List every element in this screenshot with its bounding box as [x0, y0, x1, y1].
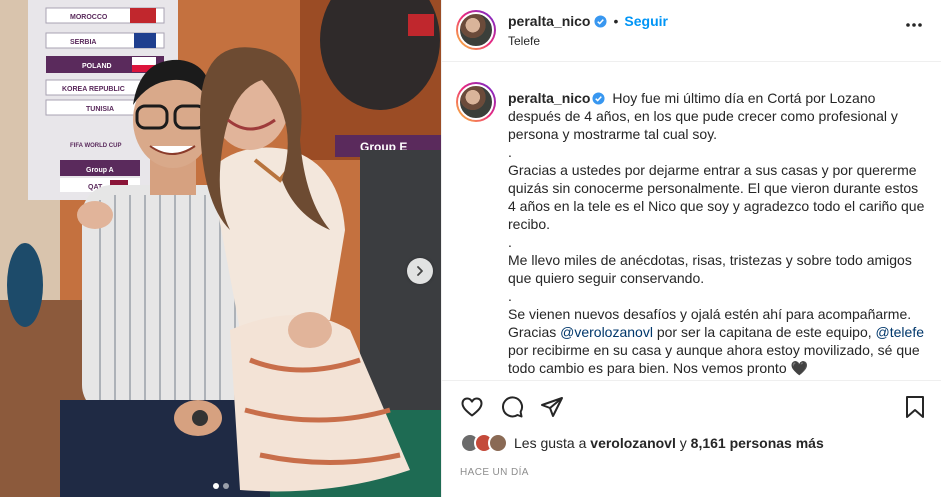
caption-paragraph: Gracias @verolozanovl por ser la capitan… — [508, 323, 928, 377]
board-row-1: MOROCCO — [70, 14, 108, 21]
likes-row: Les gusta a verolozanovl y 8,161 persona… — [460, 433, 824, 453]
mention-link[interactable]: @verolozanovl — [560, 324, 653, 340]
header-username[interactable]: peralta_nico — [508, 13, 590, 29]
verified-badge-icon — [592, 92, 606, 105]
location-link[interactable]: Telefe — [508, 34, 540, 48]
caption-paragraph: Me llevo miles de anécdotas, risas, tris… — [508, 252, 912, 286]
board-row-5: TUNISIA — [86, 106, 114, 113]
caption-text: peralta_nico Hoy fue mi último día en Co… — [508, 89, 928, 377]
carousel-dot — [212, 483, 219, 489]
board-row-2: SERBIA — [70, 39, 96, 46]
board-group-a: Group A — [86, 167, 114, 174]
bookmark-icon[interactable] — [904, 395, 926, 419]
photo-illustration: MOROCCO SERBIA POLAND KOREA REPUBLIC TUN… — [0, 0, 441, 497]
carousel-dot — [222, 483, 229, 489]
share-icon[interactable] — [540, 395, 564, 419]
more-options-icon[interactable] — [905, 22, 923, 28]
action-bar — [442, 380, 941, 430]
likes-count[interactable]: 8,161 personas más — [691, 435, 824, 451]
likes-prefix: Les gusta a — [514, 435, 587, 451]
caption-fragment: Gracias — [508, 324, 561, 340]
caption-paragraph: Se vienen nuevos desafíos y ojalá estén … — [508, 306, 912, 322]
post-header: peralta_nico • Seguir Telefe — [442, 0, 941, 62]
comment-icon[interactable] — [500, 395, 524, 419]
caption-paragraph: . — [508, 234, 512, 250]
caption-fragment: por ser la capitana de este equipo, — [652, 324, 876, 340]
board-cup-label: FIFA WORLD CUP — [70, 143, 121, 149]
post-timestamp[interactable]: HACE UN DÍA — [460, 467, 529, 478]
caption-paragraph: . — [508, 144, 512, 160]
mention-link[interactable]: @telefe — [876, 324, 924, 340]
caption-paragraph: Gracias a ustedes por dejarme entrar a s… — [508, 162, 925, 232]
avatar[interactable] — [456, 82, 496, 122]
verified-badge-icon — [594, 14, 608, 28]
follow-button[interactable]: Seguir — [624, 13, 668, 29]
avatar[interactable] — [456, 10, 496, 50]
caption-username[interactable]: peralta_nico — [508, 90, 590, 106]
avatar[interactable] — [488, 433, 508, 453]
heart-icon[interactable] — [460, 395, 484, 419]
post-details-panel: peralta_nico • Seguir Telefe peralta_nic… — [441, 0, 941, 497]
carousel-next-button[interactable] — [407, 258, 433, 284]
liker-avatars — [460, 433, 508, 453]
carousel-dots — [0, 483, 441, 489]
caption-area: peralta_nico Hoy fue mi último día en Co… — [442, 62, 941, 380]
post-photo[interactable]: MOROCCO SERBIA POLAND KOREA REPUBLIC TUN… — [0, 0, 441, 497]
board-row-4: KOREA REPUBLIC — [62, 86, 125, 93]
caption-paragraph: . — [508, 288, 512, 304]
likes-connector: y — [679, 435, 687, 451]
chevron-right-icon — [417, 266, 423, 276]
header-user-row: peralta_nico • Seguir — [508, 13, 668, 29]
caption-fragment: por recibirme en su casa y aunque ahora … — [508, 342, 920, 376]
board-row-3: POLAND — [82, 63, 112, 70]
header-separator: • — [613, 13, 619, 29]
liker-username[interactable]: verolozanovl — [590, 435, 676, 451]
